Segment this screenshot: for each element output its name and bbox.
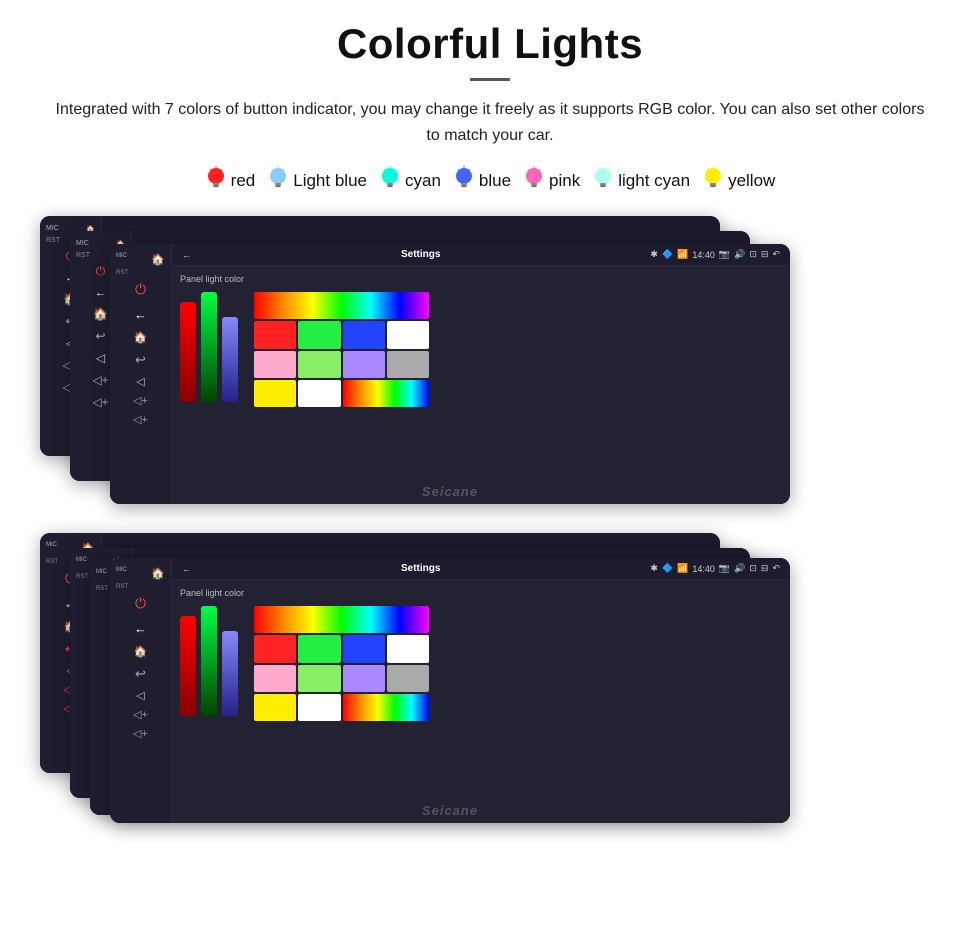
- bulb-icon-cyan: [379, 166, 401, 196]
- bottom-screens-section: MIC🏠 RST ⏻ ← 🏠 ↩ ◁ ◁+ ◁+: [30, 528, 980, 823]
- color-label-text-cyan: cyan: [405, 171, 441, 191]
- page-container: Colorful Lights Integrated with 7 colors…: [0, 0, 980, 875]
- color-label-light-cyan: light cyan: [592, 166, 690, 196]
- color-label-cyan: cyan: [379, 166, 441, 196]
- bulb-icon-red: [205, 166, 227, 196]
- color-label-pink: pink: [523, 166, 580, 196]
- screen-front-bottom: MIC🏠 RST ⏻ ← 🏠 ↩ ◁ ◁+ ◁+ ← Settings: [110, 558, 790, 823]
- header-divider: [470, 78, 510, 81]
- topbar-title: Settings: [401, 249, 440, 260]
- color-label-text-Light-blue: Light blue: [293, 171, 367, 191]
- color-labels-row: red Light blue cyan blue: [30, 166, 950, 196]
- bottom-screens-row: MIC🏠 RST ⏻ ← 🏠 ↩ ◁ ◁+ ◁+: [30, 528, 980, 823]
- color-label-text-blue: blue: [479, 171, 511, 191]
- top-screens-row: MIC🏠 RST ⏻ ← 🏠 ↩ ◁ ◁+ ◁+: [30, 216, 980, 506]
- panel-label: Panel light color: [180, 274, 782, 284]
- bottom-topbar-title: Settings: [401, 563, 440, 574]
- bottom-panel-label: Panel light color: [180, 588, 782, 598]
- color-bar-blue: [222, 317, 238, 402]
- color-bar-green: [201, 292, 217, 402]
- bulb-icon-yellow: [702, 166, 724, 196]
- header-description: Integrated with 7 colors of button indic…: [55, 97, 925, 148]
- bottom-device-time: 14:40: [692, 564, 715, 574]
- top-screens-section: MIC🏠 RST ⏻ ← 🏠 ↩ ◁ ◁+ ◁+: [30, 216, 980, 506]
- bulb-icon-Light-blue: [267, 166, 289, 196]
- color-bar-red: [180, 302, 196, 402]
- color-label-yellow: yellow: [702, 166, 775, 196]
- page-title: Colorful Lights: [30, 20, 950, 68]
- device-time: 14:40: [692, 250, 715, 260]
- color-label-text-yellow: yellow: [728, 171, 775, 191]
- bulb-icon-blue: [453, 166, 475, 196]
- color-label-text-pink: pink: [549, 171, 580, 191]
- screen-front-top: MIC🏠 RST ⏻ ← 🏠 ↩ ◁ ◁+ ◁+ ←: [110, 244, 790, 504]
- bulb-icon-light-cyan: [592, 166, 614, 196]
- color-label-text-light-cyan: light cyan: [618, 171, 690, 191]
- bulb-icon-pink: [523, 166, 545, 196]
- color-label-blue: blue: [453, 166, 511, 196]
- color-label-red: red: [205, 166, 256, 196]
- color-label-text-red: red: [231, 171, 256, 191]
- color-label-Light-blue: Light blue: [267, 166, 367, 196]
